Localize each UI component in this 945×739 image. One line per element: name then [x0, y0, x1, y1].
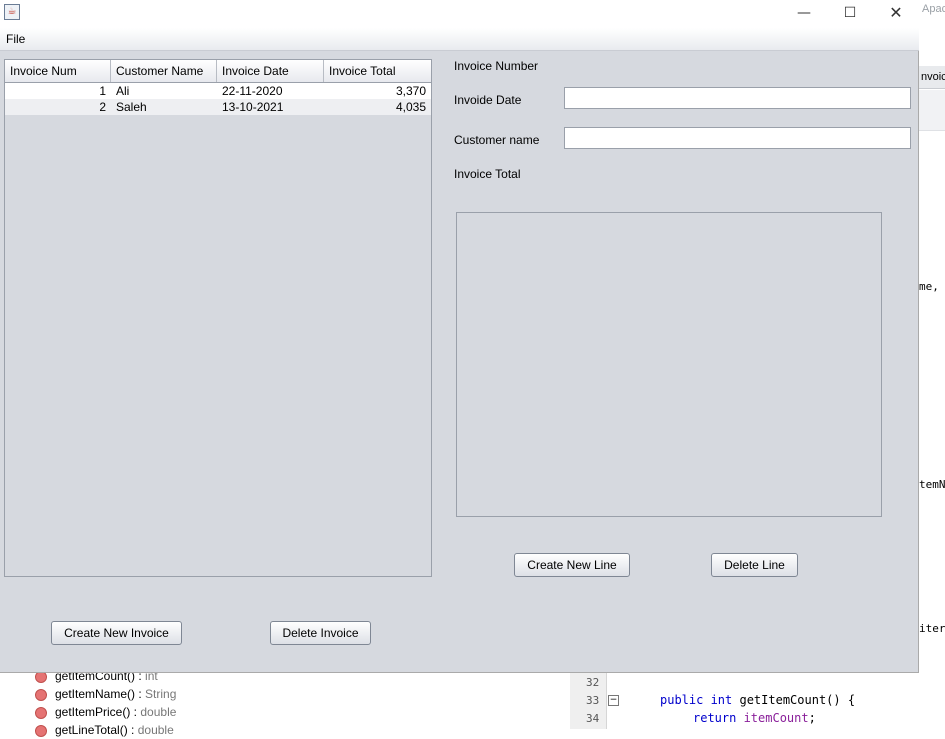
invoices-table[interactable]: Invoice Num Customer Name Invoice Date I… [4, 59, 432, 577]
fold-icon[interactable]: − [608, 695, 619, 706]
menu-file[interactable]: File [6, 32, 25, 46]
background-code-editor: 32 33 34 − public int getItemCount() { r… [565, 673, 919, 729]
table-row[interactable]: 2 Saleh 13-10-2021 4,035 [5, 99, 431, 115]
column-header-customer-name[interactable]: Customer Name [111, 60, 217, 82]
line-number: 34 [586, 712, 600, 725]
minimize-button[interactable]: — [781, 0, 827, 28]
title-bar[interactable]: ☕ — ☐ ✕ [0, 0, 919, 28]
close-button[interactable]: ✕ [873, 0, 919, 28]
java-icon: ☕ [4, 4, 20, 20]
create-new-line-button[interactable]: Create New Line [514, 553, 630, 577]
background-code-fragment: iter [919, 622, 945, 635]
invoice-date-label: Invoide Date [454, 93, 522, 107]
customer-name-label: Customer name [454, 133, 540, 147]
navigator-item: getItemPrice() : double [35, 703, 176, 721]
column-header-invoice-date[interactable]: Invoice Date [217, 60, 324, 82]
editor-gutter: 32 33 34 [570, 673, 607, 729]
background-code-fragment: me, [919, 280, 939, 293]
navigator-item: getLineTotal() : double [35, 721, 174, 739]
background-title-text: Apac [922, 3, 945, 15]
create-new-invoice-button[interactable]: Create New Invoice [51, 621, 182, 645]
customer-name-field[interactable] [564, 127, 911, 149]
method-icon [35, 688, 47, 701]
cell-customer-name: Saleh [116, 100, 147, 114]
background-navigator: getItemCount() : int getItemName() : Str… [0, 669, 565, 737]
background-code-fragment: temN [919, 478, 945, 491]
method-icon [35, 724, 47, 737]
table-header: Invoice Num Customer Name Invoice Date I… [5, 60, 431, 83]
code-line: public int getItemCount() { [660, 693, 856, 707]
cell-invoice-num: 1 [99, 84, 106, 98]
background-toolbar [919, 90, 945, 131]
invoice-lines-table[interactable] [456, 212, 882, 517]
column-header-invoice-num[interactable]: Invoice Num [5, 60, 111, 82]
method-icon [35, 706, 47, 719]
cell-invoice-total: 3,370 [395, 84, 426, 98]
cell-invoice-date: 22-11-2020 [222, 84, 283, 98]
navigator-item: getItemName() : String [35, 685, 176, 703]
delete-line-button[interactable]: Delete Line [711, 553, 798, 577]
background-tab-header: nvoic [919, 66, 945, 89]
column-header-invoice-total[interactable]: Invoice Total [324, 60, 431, 82]
line-number: 33 [586, 694, 600, 707]
table-row[interactable]: 1 Ali 22-11-2020 3,370 [5, 83, 431, 99]
line-number: 32 [586, 676, 600, 689]
invoice-number-label: Invoice Number [454, 59, 539, 73]
invoice-app-window: ☕ — ☐ ✕ File Invoice Num Customer Name I… [0, 0, 919, 673]
cell-invoice-total: 4,035 [395, 100, 426, 114]
menu-bar: File [0, 28, 919, 51]
invoice-date-field[interactable] [564, 87, 911, 109]
maximize-button[interactable]: ☐ [827, 0, 873, 28]
delete-invoice-button[interactable]: Delete Invoice [270, 621, 371, 645]
cell-invoice-date: 13-10-2021 [222, 100, 284, 114]
invoice-total-label: Invoice Total [454, 167, 521, 181]
background-ide-panel: Apac nvoic me, temN iter [919, 0, 945, 729]
code-line: return itemCount; [693, 711, 816, 725]
cell-invoice-num: 2 [99, 100, 106, 114]
cell-customer-name: Ali [116, 84, 130, 98]
